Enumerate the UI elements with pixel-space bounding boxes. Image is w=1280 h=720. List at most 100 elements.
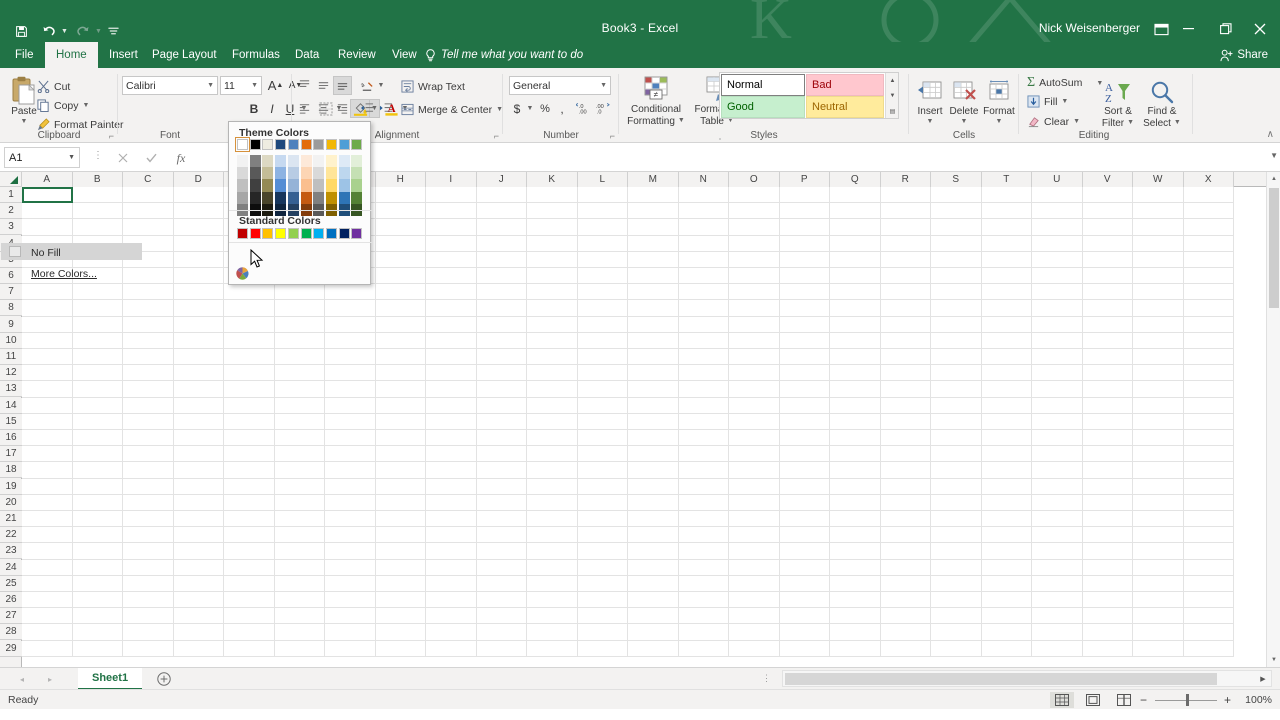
cell-D6[interactable]	[173, 268, 224, 285]
cell-X18[interactable]	[1183, 462, 1234, 479]
theme-color-swatch-4-variant-3[interactable]	[287, 191, 299, 204]
cell-Q26[interactable]	[830, 592, 881, 609]
cell-E9[interactable]	[224, 316, 275, 333]
cell-N8[interactable]	[678, 300, 729, 317]
cell-I9[interactable]	[426, 316, 477, 333]
cell-U5[interactable]	[1032, 251, 1083, 268]
theme-color-swatch-2-variant-3[interactable]	[262, 191, 274, 204]
wrap-text-button[interactable]: Wrap Text	[401, 80, 465, 93]
cell-J25[interactable]	[476, 575, 527, 592]
cell-V3[interactable]	[1082, 219, 1133, 236]
cell-S26[interactable]	[931, 592, 982, 609]
cell-U29[interactable]	[1032, 640, 1083, 657]
styles-scroll-down-icon[interactable]: ▼	[886, 89, 899, 103]
style-good[interactable]: Good	[721, 96, 805, 118]
cell-Q15[interactable]	[830, 413, 881, 430]
cell-I13[interactable]	[426, 381, 477, 398]
cell-C17[interactable]	[123, 446, 174, 463]
cell-X20[interactable]	[1183, 494, 1234, 511]
cell-J13[interactable]	[476, 381, 527, 398]
cell-D4[interactable]	[173, 235, 224, 252]
cell-R20[interactable]	[880, 494, 931, 511]
theme-color-swatch-0[interactable]	[235, 137, 250, 152]
cell-T26[interactable]	[981, 592, 1032, 609]
cell-T23[interactable]	[981, 543, 1032, 560]
cell-I22[interactable]	[426, 527, 477, 544]
cell-X26[interactable]	[1183, 592, 1234, 609]
cell-W2[interactable]	[1133, 203, 1184, 220]
cell-J24[interactable]	[476, 559, 527, 576]
cell-C11[interactable]	[123, 349, 174, 366]
cell-J3[interactable]	[476, 219, 527, 236]
cell-G19[interactable]	[325, 478, 376, 495]
cell-L18[interactable]	[577, 462, 628, 479]
cell-E17[interactable]	[224, 446, 275, 463]
cell-K14[interactable]	[527, 397, 578, 414]
cell-R17[interactable]	[880, 446, 931, 463]
cell-N4[interactable]	[678, 235, 729, 252]
cell-T18[interactable]	[981, 462, 1032, 479]
cell-L8[interactable]	[577, 300, 628, 317]
cell-P21[interactable]	[779, 511, 830, 528]
cell-O21[interactable]	[729, 511, 780, 528]
cell-C25[interactable]	[123, 575, 174, 592]
cell-H9[interactable]	[375, 316, 426, 333]
cell-V1[interactable]	[1082, 187, 1133, 204]
theme-color-swatch-1-variant-2[interactable]	[249, 179, 261, 192]
cell-V19[interactable]	[1082, 478, 1133, 495]
cell-T17[interactable]	[981, 446, 1032, 463]
cell-F16[interactable]	[274, 430, 325, 447]
column-header-L[interactable]: L	[577, 172, 628, 187]
cell-T1[interactable]	[981, 187, 1032, 204]
row-header-17[interactable]: 17	[0, 446, 22, 463]
cell-U9[interactable]	[1032, 316, 1083, 333]
cell-X6[interactable]	[1183, 268, 1234, 285]
cell-W23[interactable]	[1133, 543, 1184, 560]
cell-K27[interactable]	[527, 608, 578, 625]
row-header-28[interactable]: 28	[0, 624, 22, 641]
cell-R14[interactable]	[880, 397, 931, 414]
cell-V2[interactable]	[1082, 203, 1133, 220]
cell-J10[interactable]	[476, 332, 527, 349]
cell-F14[interactable]	[274, 397, 325, 414]
cell-A2[interactable]	[22, 203, 73, 220]
find-select-button[interactable]: Find & Select ▼	[1139, 74, 1185, 129]
cell-G26[interactable]	[325, 592, 376, 609]
cell-E24[interactable]	[224, 559, 275, 576]
cell-F21[interactable]	[274, 511, 325, 528]
cell-Q7[interactable]	[830, 284, 881, 301]
cell-S13[interactable]	[931, 381, 982, 398]
cell-N26[interactable]	[678, 592, 729, 609]
cell-S14[interactable]	[931, 397, 982, 414]
cell-K11[interactable]	[527, 349, 578, 366]
cell-B18[interactable]	[72, 462, 123, 479]
cell-D17[interactable]	[173, 446, 224, 463]
cell-M19[interactable]	[628, 478, 679, 495]
cell-H15[interactable]	[375, 413, 426, 430]
cell-F22[interactable]	[274, 527, 325, 544]
cell-D24[interactable]	[173, 559, 224, 576]
standard-color-swatch-0[interactable]	[237, 228, 248, 239]
cell-H18[interactable]	[375, 462, 426, 479]
cell-W3[interactable]	[1133, 219, 1184, 236]
cell-K4[interactable]	[527, 235, 578, 252]
cell-K24[interactable]	[527, 559, 578, 576]
cell-T11[interactable]	[981, 349, 1032, 366]
theme-color-swatch-1-variant-0[interactable]	[249, 155, 261, 168]
cell-C3[interactable]	[123, 219, 174, 236]
cell-U23[interactable]	[1032, 543, 1083, 560]
cell-I26[interactable]	[426, 592, 477, 609]
cell-X2[interactable]	[1183, 203, 1234, 220]
cell-P24[interactable]	[779, 559, 830, 576]
cell-L14[interactable]	[577, 397, 628, 414]
cell-P12[interactable]	[779, 365, 830, 382]
cell-A19[interactable]	[22, 478, 73, 495]
cell-U14[interactable]	[1032, 397, 1083, 414]
currency-button[interactable]: $	[509, 99, 525, 118]
cell-A10[interactable]	[22, 332, 73, 349]
cell-X27[interactable]	[1183, 608, 1234, 625]
cell-P7[interactable]	[779, 284, 830, 301]
cell-R4[interactable]	[880, 235, 931, 252]
cell-W24[interactable]	[1133, 559, 1184, 576]
column-header-R[interactable]: R	[880, 172, 931, 187]
